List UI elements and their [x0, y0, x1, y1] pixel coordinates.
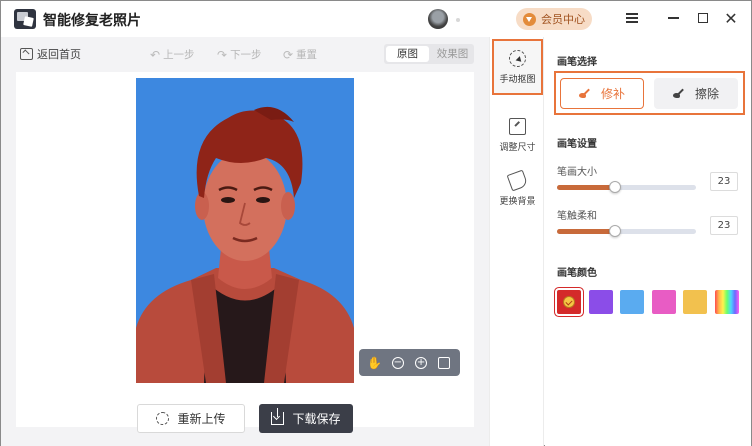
- color-swatch-custom[interactable]: [714, 290, 739, 314]
- slider-fill: [557, 185, 616, 190]
- resize-icon: [509, 117, 526, 135]
- rail-item-manual-cutout[interactable]: 手动抠图: [492, 39, 543, 95]
- editing-canvas[interactable]: ✋ − +: [16, 72, 474, 427]
- avatar[interactable]: [428, 9, 448, 29]
- vip-center-label: 会员中心: [541, 13, 585, 26]
- bucket-icon: [506, 169, 529, 191]
- erase-brush-label: 擦除: [694, 87, 719, 101]
- reset-button[interactable]: ⟳ 重置: [283, 47, 317, 62]
- minimize-icon[interactable]: [664, 9, 682, 27]
- app-title: 智能修复老照片: [43, 13, 141, 29]
- erase-brush-button[interactable]: 擦除: [654, 78, 738, 109]
- reupload-button[interactable]: 重新上传: [137, 404, 245, 433]
- status-dot: [456, 18, 460, 22]
- title-bar: 智能修复老照片 会员中心 ✕: [1, 1, 751, 37]
- brush-size-input[interactable]: 23: [710, 172, 738, 191]
- brush-icon: [578, 88, 593, 100]
- menu-icon[interactable]: [623, 9, 641, 27]
- zoom-in-icon[interactable]: +: [413, 355, 429, 371]
- download-label: 下载保存: [292, 412, 341, 426]
- undo-button[interactable]: ↶ 上一步: [150, 47, 195, 62]
- workspace: 返回首页 ↶ 上一步 ↷ 下一步 ⟳ 重置 原图 效果图 ✋ − + 重新上传 …: [1, 37, 489, 446]
- brush-softness-slider[interactable]: [557, 225, 696, 237]
- tab-result[interactable]: 效果图: [431, 44, 474, 64]
- home-icon: [20, 48, 33, 60]
- back-home-button[interactable]: 返回首页: [20, 46, 81, 62]
- rail-item-resize[interactable]: 调整尺寸: [492, 107, 543, 163]
- repair-brush-button[interactable]: 修补: [560, 78, 644, 109]
- vip-center-button[interactable]: 会员中心: [516, 8, 592, 30]
- redo-label: 下一步: [230, 49, 262, 61]
- color-swatch-2[interactable]: [620, 290, 644, 314]
- slider-fill: [557, 229, 616, 234]
- app-window: 智能修复老照片 会员中心 ✕ 返回首页 ↶ 上一步 ↷ 下一步 ⟳ 重置 原图 …: [0, 0, 752, 446]
- zoom-controls: ✋ − +: [359, 349, 460, 376]
- portrait-photo[interactable]: [136, 78, 354, 383]
- undo-icon: ↶: [150, 47, 161, 62]
- refresh-icon: [156, 412, 170, 425]
- close-icon[interactable]: ✕: [722, 9, 740, 28]
- rail-item-label: 手动抠图: [499, 74, 536, 85]
- rail-item-change-background[interactable]: 更换背景: [492, 161, 543, 217]
- brush-size-label: 笔画大小: [557, 167, 597, 178]
- brush-size-slider[interactable]: [557, 181, 696, 193]
- brush-panel: 画笔选择 修补 擦除 画笔设置 笔画大小 23 笔触柔和 23 画笔颜色: [545, 37, 751, 446]
- editor-toolbar: 返回首页 ↶ 上一步 ↷ 下一步 ⟳ 重置 原图 效果图: [1, 37, 489, 71]
- back-home-label: 返回首页: [37, 48, 81, 61]
- view-toggle: 原图 效果图: [384, 44, 474, 64]
- eraser-brush-icon: [672, 88, 687, 100]
- zoom-out-icon[interactable]: −: [390, 355, 406, 371]
- cutout-icon: [509, 49, 526, 67]
- portrait-illustration: [136, 106, 354, 383]
- tool-rail: 手动抠图 调整尺寸 更换背景: [489, 37, 544, 446]
- app-logo-icon: [14, 9, 36, 29]
- hand-icon[interactable]: ✋: [367, 355, 383, 371]
- brush-select-title: 画笔选择: [557, 57, 597, 68]
- undo-label: 上一步: [163, 49, 195, 61]
- brush-settings-title: 画笔设置: [557, 139, 597, 150]
- brush-selector: 修补 擦除: [554, 71, 745, 115]
- diamond-icon: [523, 12, 536, 26]
- maximize-icon[interactable]: [694, 9, 712, 27]
- color-swatch-3[interactable]: [651, 290, 676, 314]
- color-swatches: [557, 290, 742, 316]
- fit-icon[interactable]: [436, 355, 452, 371]
- brush-softness-label: 笔触柔和: [557, 211, 597, 222]
- slider-thumb[interactable]: [609, 181, 622, 193]
- reupload-label: 重新上传: [177, 412, 226, 426]
- redo-button[interactable]: ↷ 下一步: [217, 47, 262, 62]
- color-swatch-1[interactable]: [588, 290, 613, 314]
- color-swatch-0[interactable]: [557, 290, 581, 314]
- reset-icon: ⟳: [283, 47, 294, 62]
- brush-softness-input[interactable]: 23: [710, 216, 738, 235]
- rail-item-label: 更换背景: [499, 196, 536, 207]
- slider-thumb[interactable]: [609, 225, 622, 237]
- brush-color-title: 画笔颜色: [557, 268, 597, 279]
- color-swatch-4[interactable]: [683, 290, 707, 314]
- redo-icon: ↷: [217, 47, 228, 62]
- repair-brush-label: 修补: [600, 87, 625, 101]
- download-icon: [271, 408, 285, 425]
- tab-original[interactable]: 原图: [386, 46, 429, 62]
- rail-item-label: 调整尺寸: [499, 142, 536, 153]
- download-button[interactable]: 下载保存: [259, 404, 353, 433]
- reset-label: 重置: [296, 49, 318, 61]
- selected-check-icon: [563, 296, 575, 308]
